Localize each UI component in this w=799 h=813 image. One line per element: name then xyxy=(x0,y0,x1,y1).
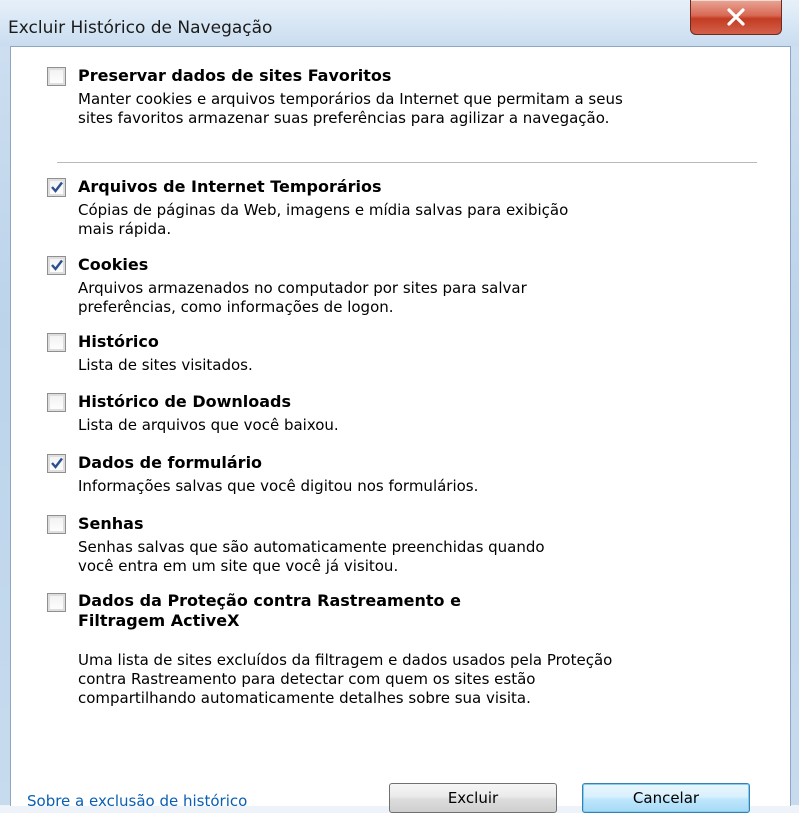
dialog-body: Preservar dados de sites Favoritos Mante… xyxy=(10,46,791,813)
checkbox-cookies[interactable] xyxy=(47,255,66,275)
option-label: Arquivos de Internet Temporários xyxy=(78,177,382,196)
option-label: Histórico xyxy=(78,332,159,351)
option-description: Arquivos armazenados no computador por s… xyxy=(78,279,527,316)
option-label: Histórico de Downloads xyxy=(78,392,292,411)
option-form-data: Dados de formulário Informações salvas q… xyxy=(47,453,478,496)
checkmark-icon xyxy=(51,259,63,271)
option-description: Lista de arquivos que você baixou. xyxy=(78,416,339,434)
about-deleting-history-link[interactable]: Sobre a exclusão de histórico xyxy=(27,792,247,810)
option-description: Senhas salvas que são automaticamente pr… xyxy=(78,538,545,575)
delete-button[interactable]: Excluir xyxy=(389,783,557,813)
checkbox-preserve-favorites[interactable] xyxy=(47,66,66,86)
option-label: Dados da Proteção contra Rastreamento e … xyxy=(78,591,461,630)
checkbox-tracking-protection[interactable] xyxy=(47,593,66,612)
option-label: Preservar dados de sites Favoritos xyxy=(78,66,392,85)
option-passwords: Senhas Senhas salvas que são automaticam… xyxy=(47,514,545,576)
option-download-history: Histórico de Downloads Lista de arquivos… xyxy=(47,392,339,435)
option-label: Dados de formulário xyxy=(78,453,263,472)
option-description: Manter cookies e arquivos temporários da… xyxy=(78,90,623,127)
option-cookies: Cookies Arquivos armazenados no computad… xyxy=(47,255,527,317)
option-description: Cópias de páginas da Web, imagens e mídi… xyxy=(78,201,569,238)
option-temp-files: Arquivos de Internet Temporários Cópias … xyxy=(47,177,568,239)
checkbox-history[interactable] xyxy=(47,332,66,352)
checkbox-form-data[interactable] xyxy=(47,453,66,473)
option-description: Lista de sites visitados. xyxy=(78,356,253,374)
checkbox-temp-files[interactable] xyxy=(47,177,66,197)
close-icon xyxy=(727,8,745,26)
option-label: Senhas xyxy=(78,514,144,533)
option-description: Informações salvas que você digitou nos … xyxy=(78,477,479,495)
option-label: Cookies xyxy=(78,255,149,274)
window-title: Excluir Histórico de Navegação xyxy=(8,18,273,38)
checkmark-icon xyxy=(51,457,63,469)
option-description: Uma lista de sites excluídos da filtrage… xyxy=(78,651,613,707)
checkmark-icon xyxy=(51,181,63,193)
dialog-window: Excluir Histórico de Navegação Preservar… xyxy=(0,0,799,813)
checkbox-passwords[interactable] xyxy=(47,514,66,534)
option-preserve-favorites: Preservar dados de sites Favoritos Mante… xyxy=(47,66,623,128)
cancel-button[interactable]: Cancelar xyxy=(582,783,750,813)
title-bar[interactable]: Excluir Histórico de Navegação xyxy=(0,0,799,46)
option-history: Histórico Lista de sites visitados. xyxy=(47,332,253,375)
checkbox-download-history[interactable] xyxy=(47,392,66,412)
close-button[interactable] xyxy=(690,0,782,35)
option-tracking-protection: Dados da Proteção contra Rastreamento e … xyxy=(47,591,612,708)
divider xyxy=(57,162,757,163)
